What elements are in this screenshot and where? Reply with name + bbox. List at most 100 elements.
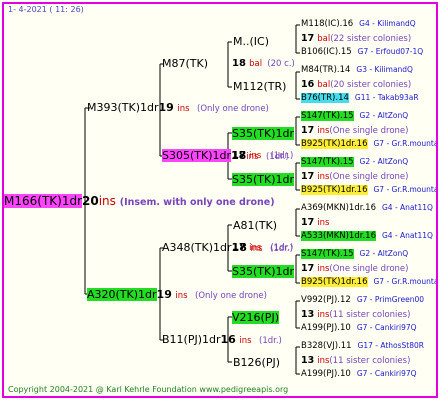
g4-note-10: (One single drone)	[329, 172, 409, 182]
g4-info-8: G7 - Gr.R.mounta	[373, 139, 438, 148]
g4-row-11: B925(TK)1dr.16 G7 - Gr.R.mounta	[301, 185, 438, 195]
g4-row-3: M84(TR).14 G3 - KilimandQ	[301, 66, 413, 75]
g4-name-20: A199(PJ).10	[301, 323, 351, 333]
g2-d-name: B11(PJ)1dr	[162, 333, 221, 346]
g4-info-17: G7 - Gr.R.mounta	[373, 277, 438, 286]
g4-name-14: A533(MKN)1dr.16	[301, 231, 376, 241]
g4-name-21: B328(VJ).11	[301, 341, 352, 351]
g4-row-9: S147(TK).15 G2 - AltZonQ	[301, 157, 409, 167]
g2-c-name: A348(TK)1dr	[162, 241, 232, 254]
g1-upper-name: M393(TK)1dr	[87, 101, 159, 114]
g3-a-note: (20 c.)	[267, 59, 295, 69]
g4-row-10: 17 ins(One single drone)	[301, 172, 408, 182]
g4-row-18: V992(PJ).12 G7 - PrimGreen00	[301, 296, 424, 305]
g1-upper-ins: ins	[177, 104, 190, 114]
g3-d1-name: V216(PJ)	[232, 311, 279, 324]
copyright-footer: Copyright 2004-2021 @ Karl Kehrle Founda…	[8, 385, 289, 394]
root-queen-number: 20	[82, 194, 99, 208]
g4-name-15: S147(TK).15	[301, 249, 354, 259]
g3-b1-name: S35(TK)1dr	[232, 127, 294, 140]
g4-info-18: G7 - PrimGreen00	[356, 295, 425, 304]
g1-upper-note: (Only one drone)	[197, 104, 269, 114]
g4-word-1: bal	[317, 34, 331, 44]
g3-a1-name: M..(IC)	[233, 35, 269, 48]
g4-row-2: B106(IC).15 G7 - Erfoud07-1Q	[301, 48, 423, 57]
g4-word-10: ins	[317, 172, 330, 182]
g4-row-15: S147(TK).15 G2 - AltZonQ	[301, 249, 408, 259]
g4-row-0: M118(IC).16 G4 - KilimandQ	[301, 20, 416, 29]
g3-c-stat: 17 ins (1dr.)	[232, 243, 293, 253]
g4-name-5: B76(TR).14	[301, 93, 349, 103]
g2-d-note: (1dr.)	[259, 336, 282, 346]
g4-number-16: 17	[301, 263, 315, 274]
g4-row-4: 16 bal(20 sister colonies)	[301, 80, 411, 90]
g4-number-10: 17	[301, 171, 315, 182]
g3-b2-row: S35(TK)1dr	[232, 173, 294, 186]
g4-number-4: 16	[301, 79, 315, 90]
root-queen-name: M166(TK)1dr	[4, 194, 83, 208]
g4-info-9: G2 - AltZonQ	[359, 157, 409, 166]
g4-number-1: 17	[301, 33, 315, 44]
g4-note-19: (11 sister colonies)	[329, 310, 411, 320]
report-date: 1- 4-2021 ( 11: 26)	[8, 5, 84, 14]
g4-name-8: B925(TK)1dr.16	[301, 139, 368, 149]
g4-name-6: S147(TK).15	[301, 111, 354, 121]
g4-note-16: (One single drone)	[329, 264, 409, 274]
g4-word-19: ins	[317, 310, 330, 320]
g4-row-6: S147(TK).15 G2 - AltZonQ	[301, 111, 408, 121]
root-queen-ins: ins	[98, 194, 116, 208]
g4-row-23: A199(PJ).10 G7 - Cankiri97Q	[301, 370, 417, 379]
g4-row-17: B925(TK)1dr.16 G7 - Gr.R.mounta	[301, 277, 438, 287]
g3-c-ins: ins	[249, 243, 262, 253]
g3-d1-row: V216(PJ)	[232, 311, 279, 324]
g3-b-number: 17	[232, 150, 246, 161]
g3-a-bal: bal	[249, 59, 263, 69]
g4-name-23: A199(PJ).10	[301, 369, 351, 379]
g4-row-5: B76(TR).14 G11 - Takab93aR	[301, 93, 419, 103]
g4-row-12: A369(MKN)1dr.16 G4 - Anat11Q	[301, 204, 433, 213]
g4-name-9: S147(TK).15	[301, 157, 354, 167]
g4-info-20: G7 - Cankiri97Q	[356, 323, 417, 332]
g4-word-22: ins	[317, 356, 330, 366]
g4-number-19: 13	[301, 309, 315, 320]
g3-b-stat: 17 ins (1dr.)	[232, 151, 293, 161]
g4-number-22: 13	[301, 355, 315, 366]
g3-a-stat: 18 bal (20 c.)	[232, 59, 295, 69]
g4-note-1: (22 sister colonies)	[330, 34, 412, 44]
g3-b2-name: S35(TK)1dr	[232, 173, 294, 186]
g3-b-note: (1dr.)	[270, 151, 294, 161]
g4-word-7: ins	[317, 126, 330, 136]
g4-number-13: 17	[301, 217, 315, 228]
g4-row-20: A199(PJ).10 G7 - Cankiri97Q	[301, 324, 417, 333]
root-queen-row: M166(TK)1dr20ins (Insem. with only one d…	[4, 194, 275, 208]
g2-b-name: S305(TK)1dr	[162, 149, 231, 162]
g4-info-21: G17 - AthosSt80R	[357, 341, 425, 350]
g4-info-23: G7 - Cankiri97Q	[356, 369, 417, 378]
g4-row-13: 17 ins	[301, 218, 329, 228]
g1-upper-number: 19	[158, 101, 174, 114]
g3-b-ins: ins	[249, 151, 262, 161]
g2-a-name: M87(TK)	[162, 57, 209, 70]
root-queen-note: (Insem. with only one drone)	[119, 197, 275, 208]
g4-info-11: G7 - Gr.R.mounta	[373, 185, 438, 194]
g1-lower-note: (Only one drone)	[195, 291, 267, 301]
g4-row-22: 13 ins(11 sister colonies)	[301, 356, 410, 366]
g4-name-17: B925(TK)1dr.16	[301, 277, 368, 287]
g4-row-21: B328(VJ).11 G17 - AthosSt80R	[301, 342, 424, 351]
g4-number-7: 17	[301, 125, 315, 136]
g1-lower-name: A320(TK)1dr	[87, 288, 157, 301]
g4-info-0: G4 - KilimandQ	[359, 19, 416, 28]
g4-info-2: G7 - Erfoud07-1Q	[357, 47, 424, 56]
g4-info-14: G4 - Anat11Q	[381, 231, 433, 240]
pedigree-frame: 1- 4-2021 ( 11: 26) M166(TK)1dr20ins (In…	[2, 2, 438, 398]
g4-row-14: A533(MKN)1dr.16 G4 - Anat11Q	[301, 231, 433, 241]
g4-note-4: (20 sister colonies)	[330, 80, 412, 90]
g4-name-18: V992(PJ).12	[301, 295, 351, 305]
g3-a2-name: M112(TR)	[233, 80, 287, 93]
g3-c1-name: A81(TK)	[233, 219, 278, 232]
g1-lower-ins: ins	[175, 291, 188, 301]
g2-d-row: B11(PJ)1dr16 ins (1dr.)	[162, 334, 282, 346]
g3-c-note: (1dr.)	[270, 243, 294, 253]
g4-row-8: B925(TK)1dr.16 G7 - Gr.R.mounta	[301, 139, 438, 149]
g3-c2-row: S35(TK)1dr	[232, 265, 294, 278]
